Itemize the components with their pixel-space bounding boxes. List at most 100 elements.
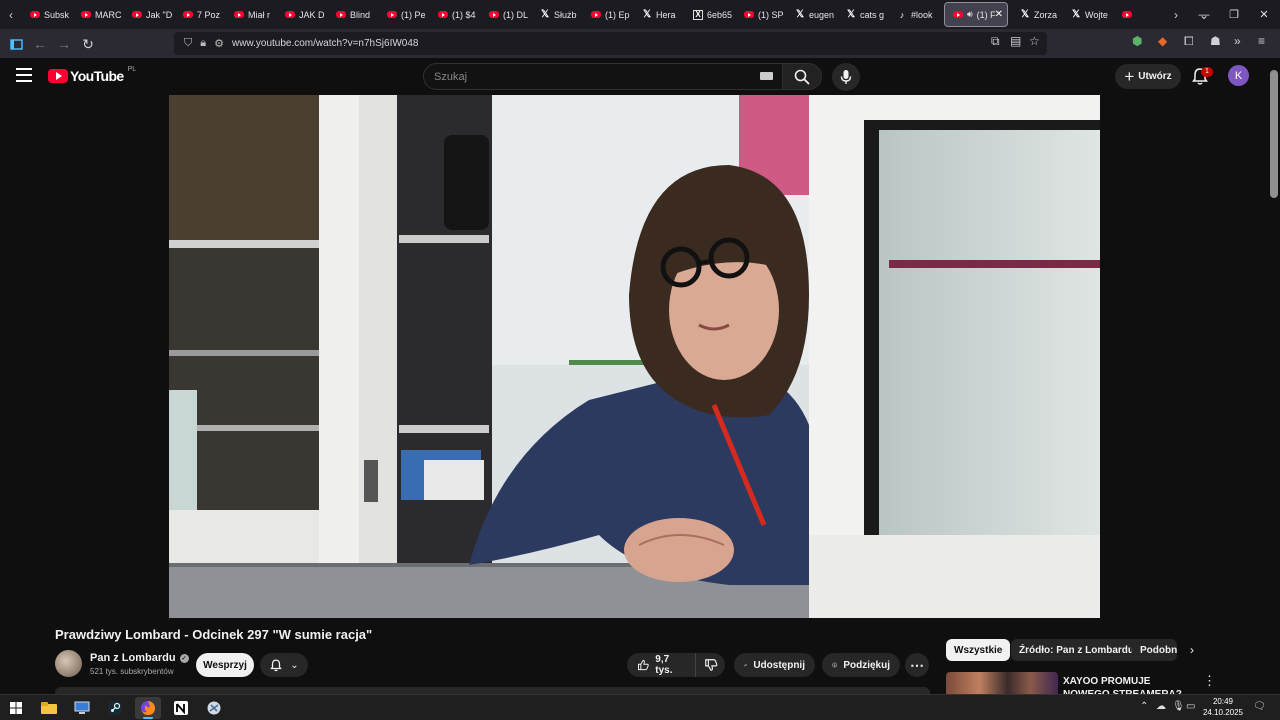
voice-search-button[interactable] — [832, 63, 860, 91]
plus-icon: + — [1124, 67, 1135, 86]
channel-avatar[interactable] — [55, 650, 82, 677]
browser-tab[interactable]: Jak "D — [124, 0, 175, 29]
restore-window-button[interactable]: ❐ — [1218, 0, 1250, 29]
firefox-taskbar-icon[interactable] — [135, 697, 161, 719]
youtube-icon — [489, 11, 499, 18]
close-window-button[interactable]: ✕ — [1248, 0, 1280, 29]
browser-tab-bar: ‹ Subsk MARC Jak "D 7 Poz Miał r JAK D Blind (1… — [0, 0, 1280, 29]
speaker-icon[interactable]: 🔊︎ — [967, 9, 973, 20]
taskbar-clock[interactable]: 20:49 24.10.2025 — [1200, 696, 1246, 718]
recommendation-menu-icon[interactable]: ⋮ — [1203, 673, 1216, 689]
browser-tab[interactable]: Subsk — [22, 0, 73, 29]
browser-tab[interactable]: (1) $4 — [430, 0, 481, 29]
tab-scroll-left-icon[interactable]: ‹ — [0, 8, 22, 22]
tab-scroll-right-icon[interactable]: › — [1165, 8, 1187, 22]
browser-tab[interactable]: Miał r — [226, 0, 277, 29]
extension-fox-icon[interactable]: ◆ — [1158, 34, 1167, 48]
extension-robot-icon[interactable]: ☗ — [1210, 34, 1221, 48]
recommendation-title[interactable]: XAYOO PROMUJE NOWEGO STREAMERA? RENATA I — [1063, 675, 1193, 694]
sidebar-toggle-icon[interactable] — [6, 34, 26, 54]
network-icon[interactable]: ▭ — [1186, 701, 1195, 712]
avatar[interactable]: K — [1228, 65, 1249, 86]
tab-label: (1) $4 — [452, 9, 476, 20]
thanks-button[interactable]: Podziękuj — [822, 653, 900, 677]
notion-icon[interactable] — [168, 697, 194, 719]
logo-text: YouTube — [70, 68, 124, 84]
extension-shield-icon[interactable]: ⬢ — [1132, 34, 1142, 48]
tab-active[interactable]: 🔊︎ (1) F ✕ — [944, 2, 1008, 27]
remote-desktop-icon[interactable] — [69, 697, 95, 719]
xbox-x-icon: X — [693, 9, 703, 20]
notification-center-icon[interactable]: 🗨︎ — [1253, 701, 1266, 712]
windows-start-icon[interactable] — [3, 697, 29, 719]
browser-tab[interactable]: 𝕏cats g — [838, 0, 889, 29]
youtube-icon — [953, 11, 963, 18]
youtube-icon — [234, 11, 244, 18]
browser-tab[interactable]: (1) Ep — [583, 0, 634, 29]
browser-tab[interactable]: 7 Poz — [175, 0, 226, 29]
steam-icon[interactable] — [102, 697, 128, 719]
picture-in-picture-icon[interactable]: ⧉ — [991, 34, 1000, 49]
tracking-shield-icon[interactable]: ⛉ — [184, 37, 192, 50]
browser-tab[interactable] — [1114, 0, 1165, 29]
browser-tab[interactable]: (1) Pe — [379, 0, 430, 29]
share-arrow-icon — [744, 663, 748, 667]
description-box[interactable] — [55, 687, 930, 694]
url-text[interactable]: www.youtube.com/watch?v=n7hSj6IW048 — [232, 38, 419, 49]
chip-from-channel[interactable]: Źródło: Pan z Lombardu — [1011, 639, 1142, 661]
recommendation-thumbnail[interactable] — [946, 672, 1058, 694]
overflow-menu-icon[interactable]: » — [1234, 34, 1241, 48]
address-bar[interactable]: ⛉ 🔒︎ ⚙ www.youtube.com/watch?v=n7hSj6IW0… — [174, 32, 1047, 55]
reload-icon[interactable]: ↻ — [78, 34, 98, 54]
browser-tab[interactable]: X 6eb65 — [685, 0, 736, 29]
browser-tab[interactable]: ♪ #look — [889, 0, 940, 29]
browser-tab[interactable]: 𝕏 Wojte — [1063, 0, 1114, 29]
browser-tab[interactable]: JAK D — [277, 0, 328, 29]
search-button[interactable] — [782, 63, 822, 90]
scrollbar-thumb[interactable] — [1270, 70, 1278, 198]
share-label: Udostępnij — [753, 659, 805, 671]
browser-tab[interactable]: (1) DL — [481, 0, 532, 29]
dislike-button[interactable] — [695, 653, 725, 677]
share-button[interactable]: Udostępnij — [734, 653, 815, 677]
extensions-puzzle-icon[interactable]: ⧠ — [1184, 34, 1194, 49]
onedrive-cloud-icon[interactable]: ☁ — [1156, 701, 1166, 712]
chip-related[interactable]: Podobne — [1132, 639, 1177, 661]
chip-all[interactable]: Wszystkie — [946, 639, 1011, 661]
browser-tab[interactable]: MARC — [73, 0, 124, 29]
keyboard-icon[interactable] — [760, 72, 773, 80]
bookmark-star-icon[interactable]: ☆ — [1029, 34, 1040, 48]
browser-tab[interactable]: 𝕏 Służb — [532, 0, 583, 29]
subscription-bell-button[interactable]: ⌄ — [260, 653, 308, 677]
show-hidden-icons-chevron-icon[interactable]: ⌃ — [1140, 701, 1148, 712]
lock-icon[interactable]: 🔒︎ — [200, 37, 206, 50]
browser-tab[interactable]: 𝕏eugen — [787, 0, 838, 29]
file-explorer-icon[interactable] — [36, 697, 62, 719]
like-button[interactable]: 9,7 tys. — [627, 653, 695, 677]
channel-name-row[interactable]: Pan z Lombardu ✓ — [90, 652, 189, 664]
back-arrow-icon[interactable]: ← — [30, 34, 50, 54]
create-button[interactable]: + Utwórz — [1115, 64, 1181, 89]
microphone-tray-icon[interactable]: 🎙︎ — [1172, 701, 1185, 712]
reader-view-icon[interactable]: ▤ — [1010, 34, 1021, 48]
youtube-logo[interactable]: YouTube PL — [48, 66, 136, 84]
more-actions-icon[interactable]: ⋯ — [905, 653, 929, 677]
video-player[interactable] — [169, 95, 1100, 618]
search-input[interactable]: Szukaj — [423, 63, 784, 90]
tiktok-icon: ♪ — [899, 9, 905, 20]
permissions-icon[interactable]: ⚙ — [214, 37, 224, 50]
chevron-right-icon[interactable]: › — [1190, 643, 1194, 657]
snipping-tool-icon[interactable] — [201, 697, 227, 719]
browser-tab[interactable]: 𝕏 Hera — [634, 0, 685, 29]
channel-name[interactable]: Pan z Lombardu — [90, 652, 176, 664]
browser-tab[interactable]: 𝕏 Zorza — [1012, 0, 1063, 29]
browser-tab[interactable]: (1) SP — [736, 0, 787, 29]
app-menu-icon[interactable]: ≡ — [1258, 34, 1265, 48]
close-tab-icon[interactable]: ✕ — [995, 9, 1003, 20]
youtube-icon — [438, 11, 448, 18]
minimize-window-button[interactable]: — — [1188, 0, 1220, 29]
forward-arrow-icon[interactable]: → — [54, 34, 74, 54]
browser-tab[interactable]: Blind — [328, 0, 379, 29]
guide-menu-icon[interactable] — [16, 68, 32, 82]
join-button[interactable]: Wesprzyj — [196, 653, 254, 677]
